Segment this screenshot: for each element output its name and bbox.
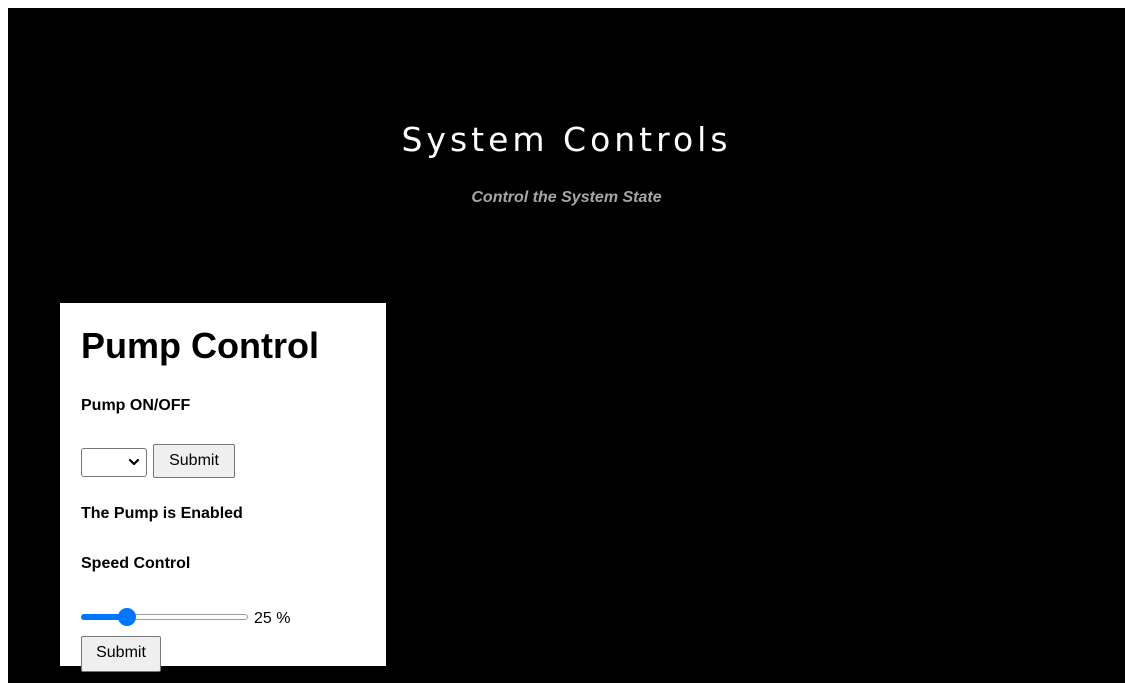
page-title: System Controls (401, 120, 732, 159)
pump-control-panel: Pump Control Pump ON/OFF Submit The Pump… (60, 303, 386, 672)
speed-control-label: Speed Control (81, 555, 191, 572)
chevron-down-icon (128, 453, 140, 476)
pump-onoff-select[interactable] (81, 448, 147, 477)
page-subtitle: Control the System State (471, 189, 662, 206)
pump-status-text: The Pump is Enabled (81, 505, 243, 522)
slider-thumb[interactable] (118, 608, 137, 626)
pump-onoff-submit-button[interactable]: Submit (153, 444, 235, 478)
speed-readout: 25 % (254, 610, 291, 627)
speed-submit-button[interactable]: Submit (81, 636, 161, 672)
speed-slider[interactable] (81, 606, 248, 628)
pump-onoff-label: Pump ON/OFF (81, 397, 191, 414)
page-background: System Controls Control the System State… (8, 8, 1125, 683)
panel-title: Pump Control (81, 325, 319, 366)
